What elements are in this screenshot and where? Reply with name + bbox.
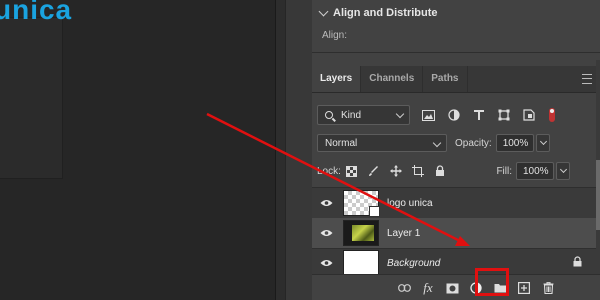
layer-thumbnail-image xyxy=(352,225,374,241)
layer-row-layer-1[interactable]: Layer 1 xyxy=(312,218,596,249)
mask-icon[interactable] xyxy=(440,277,464,299)
photoshop-workspace: unica Align and Distribute Align: Layers… xyxy=(0,0,600,300)
scrollbar-thumb[interactable] xyxy=(596,160,600,230)
eye-icon[interactable] xyxy=(317,229,335,237)
fill-input[interactable]: 100% xyxy=(516,162,554,180)
panel-scrollbar[interactable] xyxy=(596,60,600,300)
align-distribute-section: Align and Distribute Align: xyxy=(312,0,600,53)
align-label: Align: xyxy=(322,30,348,41)
canvas-area[interactable]: unica xyxy=(0,0,275,300)
trash-icon[interactable] xyxy=(536,277,560,299)
opacity-label: Opacity: xyxy=(455,137,492,149)
chevron-down-icon[interactable] xyxy=(318,6,329,17)
adjustment-filter-icon[interactable] xyxy=(441,104,466,126)
filter-toggle[interactable] xyxy=(549,108,555,122)
eye-icon[interactable] xyxy=(317,199,335,207)
lock-icon[interactable] xyxy=(573,256,582,270)
tab-layers[interactable]: Layers xyxy=(312,66,362,92)
lock-artboard-icon[interactable] xyxy=(407,161,429,181)
filter-kind-label: Kind xyxy=(341,109,362,121)
filter-kind-dropdown[interactable]: Kind xyxy=(317,105,410,125)
search-icon xyxy=(325,111,333,119)
layer-row-logo-unica[interactable]: logo unica xyxy=(312,188,596,219)
layer-thumbnail xyxy=(343,250,379,276)
smart-object-filter-icon[interactable] xyxy=(516,104,541,126)
chevron-down-icon xyxy=(539,137,547,146)
chevron-down-icon xyxy=(395,109,405,119)
new-layer-icon[interactable] xyxy=(512,277,536,299)
document-canvas[interactable] xyxy=(0,18,62,178)
blend-row: Normal Opacity: 100% xyxy=(312,132,600,154)
type-filter-icon[interactable] xyxy=(466,104,491,126)
shape-filter-icon[interactable] xyxy=(491,104,516,126)
lock-image-pixels-icon[interactable] xyxy=(363,161,385,181)
layer-name[interactable]: Layer 1 xyxy=(387,228,420,239)
opacity-dropdown[interactable] xyxy=(535,134,550,152)
unica-logo: unica xyxy=(0,0,72,26)
layers-bottom-bar: fx xyxy=(312,274,600,300)
image-filter-icon[interactable] xyxy=(416,104,441,126)
logo-text: unica xyxy=(0,0,73,25)
layer-thumbnail xyxy=(343,220,379,246)
smart-object-badge-icon xyxy=(369,206,380,217)
chevron-down-icon xyxy=(559,165,568,174)
lock-label: Lock: xyxy=(317,165,341,177)
link-icon[interactable] xyxy=(392,277,416,299)
layer-name[interactable]: logo unica xyxy=(387,198,433,209)
opacity-input[interactable]: 100% xyxy=(495,134,534,152)
fill-label: Fill: xyxy=(496,165,512,177)
chevron-down-icon xyxy=(432,138,442,148)
align-title: Align and Distribute xyxy=(333,7,438,19)
fill-dropdown[interactable] xyxy=(556,162,570,180)
layer-filter-row: Kind xyxy=(312,103,600,127)
layer-thumbnail xyxy=(343,190,380,217)
fx-icon[interactable]: fx xyxy=(416,277,440,299)
adjustment-button-highlight xyxy=(475,268,509,296)
tab-paths[interactable]: Paths xyxy=(423,66,468,92)
lock-row: Lock: Fill: 100% xyxy=(312,160,600,182)
right-panel: Align and Distribute Align: Layers Chann… xyxy=(312,0,600,300)
panel-tabs: Layers Channels Paths xyxy=(312,66,600,93)
blend-mode-dropdown[interactable]: Normal xyxy=(317,134,447,152)
lock-position-icon[interactable] xyxy=(385,161,407,181)
eye-icon[interactable] xyxy=(317,259,335,267)
lock-all-icon[interactable] xyxy=(429,161,451,181)
blend-mode-value: Normal xyxy=(325,138,358,149)
filter-icons xyxy=(416,104,541,126)
lock-transparent-pixels-icon[interactable] xyxy=(341,161,363,181)
layer-name[interactable]: Background xyxy=(387,258,440,269)
layers-list: logo unica Layer 1 Background xyxy=(312,187,596,276)
panel-dock-strip xyxy=(285,0,314,300)
panel-menu-icon[interactable] xyxy=(582,74,592,84)
align-distribute-header[interactable]: Align and Distribute xyxy=(318,6,438,19)
tab-channels[interactable]: Channels xyxy=(361,66,424,92)
